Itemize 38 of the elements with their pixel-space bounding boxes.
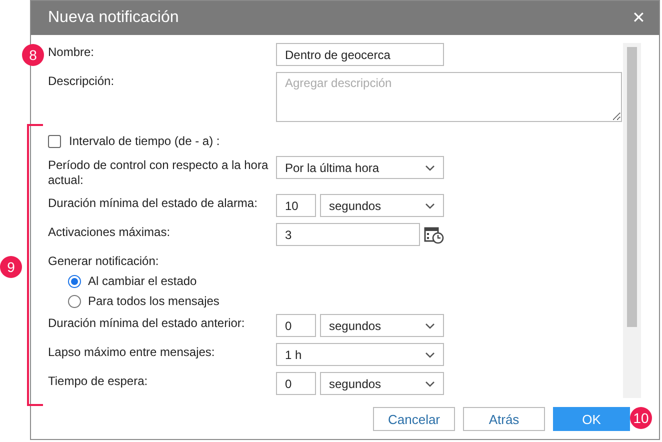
annotation-badge: 9	[0, 256, 22, 278]
field-label: Período de control con respecto a la hora actual:	[48, 157, 270, 188]
field-label: Duración mínima del estado anterior:	[48, 315, 246, 331]
input-field[interactable]: Dentro de geocerca	[276, 43, 444, 66]
generate-label: Generar notificación:	[48, 254, 160, 268]
caret-icon	[425, 380, 435, 386]
unit-dropdown[interactable]: segundos	[320, 314, 444, 337]
secondary-button[interactable]: Atrás	[463, 407, 545, 431]
caret-icon	[425, 202, 435, 208]
radio-button[interactable]	[68, 294, 81, 308]
input-field[interactable]: 3	[276, 223, 420, 246]
radio-button[interactable]	[68, 274, 81, 288]
caret-icon	[425, 352, 435, 358]
checkbox-label: Intervalo de tiempo (de - a) :	[69, 134, 220, 148]
caret-icon	[425, 164, 435, 170]
field-label: Lapso máximo entre mensajes:	[48, 344, 216, 360]
unit-dropdown[interactable]: segundos	[320, 372, 444, 395]
radio-label: Para todos los mensajes	[88, 294, 220, 308]
calendar-clock-icon[interactable]	[424, 226, 444, 244]
window-title: Nueva notificación	[48, 9, 179, 27]
caret-icon	[425, 322, 435, 328]
description-field[interactable]: Agregar descripción	[276, 72, 622, 122]
field-label: Duración mínima del estado de alarma:	[48, 195, 258, 211]
unit-dropdown[interactable]: segundos	[320, 194, 444, 217]
dropdown[interactable]: 1 h	[276, 343, 444, 366]
scrollbar[interactable]	[623, 43, 641, 398]
field-label: Descripción:	[48, 73, 116, 89]
checkbox[interactable]	[48, 134, 61, 148]
secondary-button[interactable]: Cancelar	[373, 407, 455, 431]
annotation-badge: 8	[22, 44, 44, 66]
radio-label: Al cambiar el estado	[88, 274, 197, 288]
number-field[interactable]: 10	[276, 194, 316, 217]
field-label: Activaciones máximas:	[48, 224, 172, 240]
number-field[interactable]: 0	[276, 314, 316, 337]
number-field[interactable]: 0	[276, 372, 316, 395]
field-label: Nombre:	[48, 44, 96, 60]
dropdown[interactable]: Por la última hora	[276, 156, 444, 179]
field-label: Tiempo de espera:	[48, 373, 149, 389]
